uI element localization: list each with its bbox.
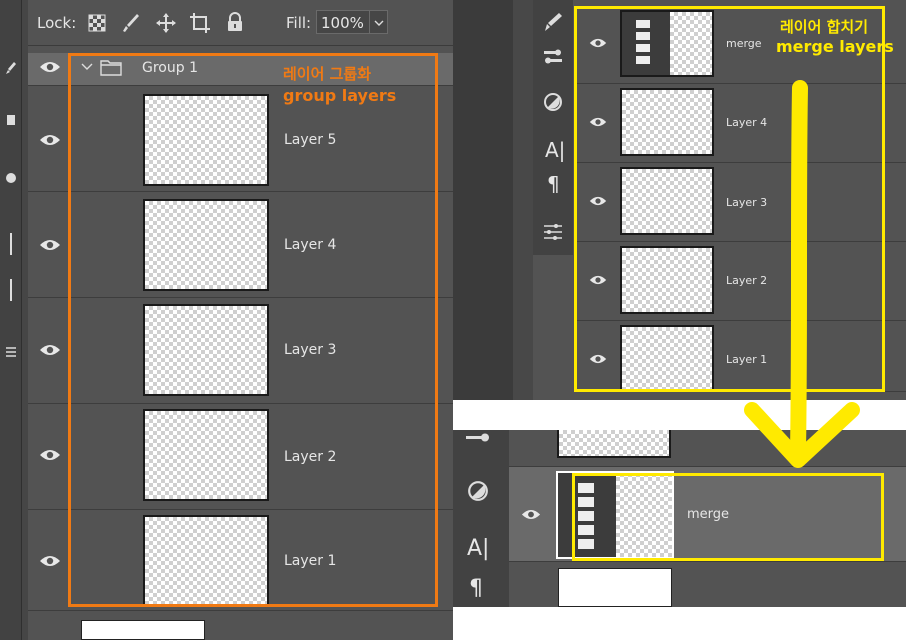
eye-icon[interactable] <box>38 238 62 252</box>
chevron-down-icon[interactable] <box>369 11 387 33</box>
brush-icon[interactable] <box>122 13 140 33</box>
adjust-icon[interactable] <box>465 478 491 504</box>
crop-icon[interactable] <box>190 13 210 33</box>
lock-label: Lock: <box>37 14 77 32</box>
lock-transparent-icon[interactable] <box>88 14 106 32</box>
text-icon[interactable]: A| <box>467 536 489 561</box>
adjust-tool-icon[interactable] <box>0 342 22 362</box>
merge-annotation-ko: 레이어 합치기 <box>780 18 869 36</box>
next-layer-thumbnail <box>81 620 205 640</box>
dodge-tool-icon[interactable] <box>0 168 22 188</box>
eye-icon[interactable] <box>38 60 62 74</box>
eye-icon[interactable] <box>519 508 543 521</box>
brush-tool-icon[interactable] <box>0 58 22 78</box>
paragraph-icon[interactable]: ¶ <box>469 576 483 601</box>
layer-thumbnail-partial <box>557 430 671 458</box>
lock-icon[interactable] <box>226 12 244 32</box>
text-icon[interactable]: A| <box>545 138 565 162</box>
merged-layer-highlight-box <box>572 473 884 561</box>
next-layer-thumbnail <box>558 568 672 607</box>
pen-tool-icon[interactable] <box>0 232 22 256</box>
lock-bar: Lock: Fill: 100% <box>28 0 453 46</box>
group-annotation-ko: 레이어 그룹화 <box>283 65 372 83</box>
eye-icon[interactable] <box>38 343 62 357</box>
fill-value-field[interactable]: 100% <box>316 10 388 34</box>
move-icon[interactable] <box>156 13 176 33</box>
group-annotation-en: group layers <box>283 86 397 105</box>
adjust-tool-icon[interactable] <box>541 220 565 244</box>
group-layers-highlight-box <box>68 53 438 607</box>
eye-icon[interactable] <box>38 133 62 147</box>
merge-arrow <box>744 80 860 468</box>
shape-tool-icon[interactable] <box>0 278 22 302</box>
brush-tool-icon[interactable] <box>541 10 565 34</box>
adjust-sliders-icon[interactable] <box>541 44 565 68</box>
stamp-tool-icon[interactable] <box>0 110 22 130</box>
adjust-sliders-icon[interactable] <box>463 430 493 446</box>
eye-icon[interactable] <box>38 448 62 462</box>
merge-annotation-en: merge layers <box>776 37 894 56</box>
left-toolbar <box>0 0 22 640</box>
right-top-dark-column <box>453 0 513 400</box>
adjust-icon[interactable] <box>541 90 565 114</box>
fill-value: 100% <box>321 14 364 32</box>
right-top-divider <box>513 0 533 400</box>
right-bottom-toolbar: A| ¶ <box>453 430 509 607</box>
fill-label: Fill: <box>286 14 312 32</box>
eye-icon[interactable] <box>38 554 62 568</box>
paragraph-icon[interactable]: ¶ <box>547 172 560 196</box>
right-top-toolbar: A| ¶ <box>533 0 573 255</box>
